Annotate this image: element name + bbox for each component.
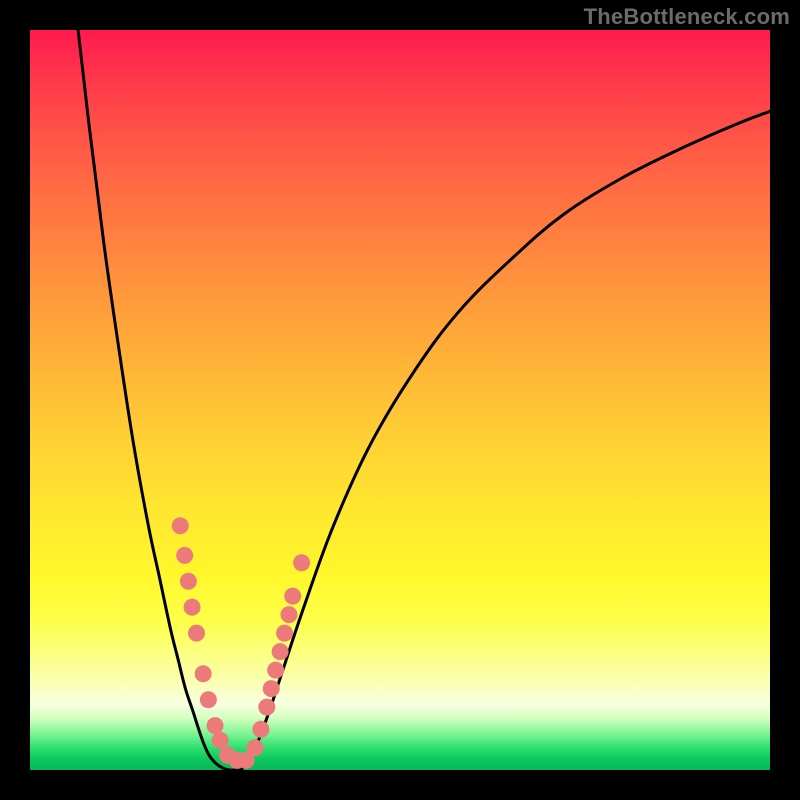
curve-markers — [172, 517, 310, 769]
data-marker — [263, 680, 280, 697]
curve-segment — [241, 111, 770, 770]
data-marker — [272, 643, 289, 660]
data-marker — [293, 554, 310, 571]
bottleneck-curve — [78, 30, 770, 770]
data-marker — [184, 599, 201, 616]
data-marker — [188, 625, 205, 642]
chart-frame: TheBottleneck.com — [0, 0, 800, 800]
data-marker — [281, 606, 298, 623]
data-marker — [258, 699, 275, 716]
curve-segment — [78, 30, 241, 770]
data-marker — [176, 547, 193, 564]
data-marker — [180, 573, 197, 590]
data-marker — [207, 717, 224, 734]
plot-area — [30, 30, 770, 770]
data-marker — [252, 721, 269, 738]
curve-layer — [30, 30, 770, 770]
data-marker — [284, 588, 301, 605]
data-marker — [200, 691, 217, 708]
data-marker — [172, 517, 189, 534]
data-marker — [267, 662, 284, 679]
data-marker — [246, 739, 263, 756]
data-marker — [276, 625, 293, 642]
data-marker — [195, 665, 212, 682]
data-marker — [212, 732, 229, 749]
watermark-text: TheBottleneck.com — [584, 4, 790, 30]
